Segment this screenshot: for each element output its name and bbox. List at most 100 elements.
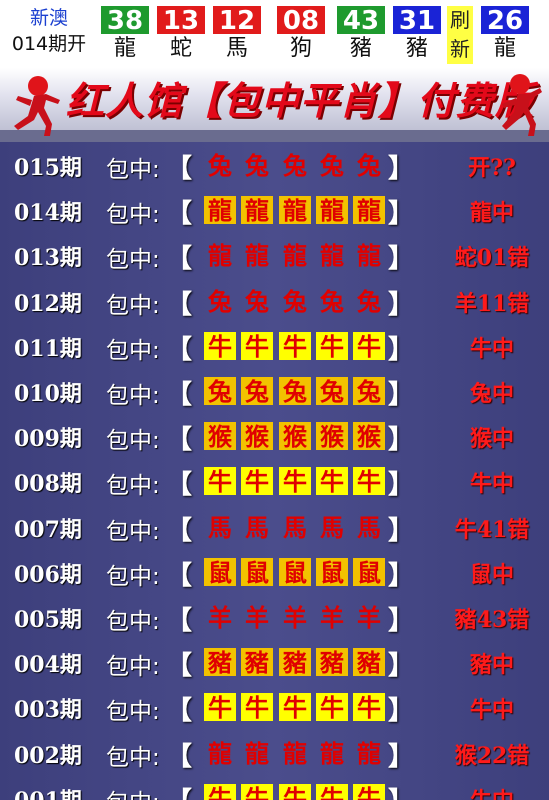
open-bracket: 【 <box>166 199 193 230</box>
prediction-row: 008期 包中: 【牛牛牛牛牛】牛中 <box>0 458 549 503</box>
period-label: 011期 <box>14 335 82 362</box>
result-label: 鼠中 <box>469 561 514 588</box>
ball-number: 26 <box>481 6 529 36</box>
period-label: 002期 <box>14 742 82 769</box>
result-label: 牛41错 <box>454 516 530 543</box>
zodiac-pick: 羊 <box>320 603 344 632</box>
refresh-label-top: 刷 <box>450 8 470 32</box>
prediction-row: 010期 包中: 【兔兔兔兔兔】兔中 <box>0 368 549 413</box>
prediction-row: 002期 包中: 【龍龍龍龍龍】猴22错 <box>0 730 549 775</box>
zodiac-pick: 馬 <box>208 512 232 542</box>
result-label: 龍中 <box>469 200 514 227</box>
zodiac-pick: 牛 <box>316 467 348 496</box>
bao-zhong-label: 包中: <box>106 473 160 500</box>
open-bracket: 【 <box>166 651 193 682</box>
zodiac-pick: 兔 <box>245 151 269 180</box>
zodiac-pick: 牛 <box>316 693 348 722</box>
prediction-row: 013期 包中: 【龍龍龍龍龍】蛇01错 <box>0 232 549 277</box>
period-label: 007期 <box>14 516 82 543</box>
page: 新澳 014期开 38 龍 13 蛇 12 馬 08 狗 43 豬 31 豬 26 龍 刷 新 红人馆【包… <box>0 0 549 800</box>
zodiac-pick: 龍 <box>283 241 307 271</box>
zodiac-pick: 牛 <box>279 693 311 722</box>
zodiac-pick: 猴 <box>353 422 385 451</box>
close-bracket: 】 <box>388 560 415 591</box>
close-bracket: 】 <box>388 741 415 772</box>
open-bracket: 【 <box>166 515 193 546</box>
zodiac-pick: 豬 <box>353 648 385 677</box>
result-label: 豬43错 <box>454 607 530 633</box>
draw-result-bar: 新澳 014期开 38 龍 13 蛇 12 馬 08 狗 43 豬 31 豬 26 龍 刷 新 <box>0 0 549 68</box>
zodiac-pick: 羊 <box>283 603 307 632</box>
open-bracket: 【 <box>166 470 193 501</box>
prediction-row: 001期包中:【牛牛牛牛牛】牛中 <box>0 775 549 800</box>
bao-zhong-label: 包中: <box>106 609 160 635</box>
zodiac-pick: 牛 <box>353 783 385 800</box>
period-label: 005期 <box>14 607 82 633</box>
bao-zhong-label: 包中: <box>106 428 160 455</box>
bao-zhong-label: 包中: <box>106 383 160 409</box>
zodiac-pick: 牛 <box>353 331 385 361</box>
close-bracket: 】 <box>388 696 415 727</box>
zodiac-pick: 馬 <box>283 512 307 542</box>
prediction-row: 014期 包中: 【龍龍龍龍龍】龍中 <box>0 187 549 232</box>
ball-zodiac: 蛇 <box>169 36 192 61</box>
zodiac-pick: 牛 <box>353 467 385 496</box>
zodiac-pick: 牛 <box>279 331 311 361</box>
zodiac-pick: 猴 <box>204 422 236 451</box>
result-ball-3: 12 馬 <box>213 6 261 62</box>
period-label: 014期 <box>14 200 82 227</box>
period-label: 009期 <box>14 426 82 453</box>
zodiac-pick: 兔 <box>283 151 307 180</box>
zodiac-pick: 兔 <box>204 377 236 406</box>
result-ball-6: 31 豬 <box>393 6 441 62</box>
zodiac-pick: 牛 <box>353 693 385 722</box>
zodiac-pick: 豬 <box>316 648 348 677</box>
zodiac-pick: 牛 <box>316 783 348 800</box>
ball-zodiac: 豬 <box>349 36 372 61</box>
banner-stripe <box>0 130 549 142</box>
open-bracket: 【 <box>166 334 193 365</box>
zodiac-pick: 龍 <box>208 241 232 271</box>
result-label: 牛中 <box>469 697 514 724</box>
result-label: 兔中 <box>469 381 514 407</box>
ball-number: 08 <box>277 6 325 36</box>
open-bracket: 【 <box>166 781 192 800</box>
prediction-row: 015期 包中: 【兔兔兔兔兔】开?? <box>0 142 549 187</box>
result-label: 蛇01错 <box>454 245 530 272</box>
zodiac-pick: 鼠 <box>316 557 348 587</box>
zodiac-pick: 龍 <box>204 196 236 225</box>
period-label: 008期 <box>14 471 82 498</box>
zodiac-pick: 羊 <box>245 603 269 632</box>
prediction-row: 009期 包中: 【猴猴猴猴猴】猴中 <box>0 413 549 458</box>
zodiac-pick: 馬 <box>320 512 344 542</box>
zodiac-pick: 牛 <box>241 783 273 800</box>
zodiac-pick: 兔 <box>283 286 307 316</box>
bao-zhong-label: 包中: <box>106 563 160 590</box>
bao-zhong-label: 包中: <box>106 699 160 726</box>
result-label: 羊11错 <box>454 290 530 317</box>
banner: 红人馆【包中平肖】付费版 <box>0 68 549 142</box>
ball-number: 13 <box>157 6 205 36</box>
bao-zhong-label: 包中: <box>106 518 160 545</box>
close-bracket: 】 <box>388 470 415 501</box>
zodiac-pick: 龍 <box>283 738 307 768</box>
ball-zodiac: 馬 <box>225 36 248 61</box>
zodiac-pick: 豬 <box>241 648 273 677</box>
bao-zhong-label: 包中: <box>106 783 160 800</box>
period-label: 012期 <box>14 290 82 317</box>
open-bracket: 【 <box>166 425 193 456</box>
close-bracket: 】 <box>388 244 415 275</box>
open-bracket: 【 <box>166 380 193 410</box>
bao-zhong-label: 包中: <box>106 202 160 229</box>
zodiac-pick: 牛 <box>279 467 311 496</box>
zodiac-pick: 鼠 <box>279 557 311 587</box>
result-label: 牛中 <box>469 471 514 498</box>
prediction-row: 006期 包中: 【鼠鼠鼠鼠鼠】鼠中 <box>0 549 549 594</box>
refresh-button[interactable]: 刷 新 <box>447 6 473 64</box>
prediction-row: 011期 包中: 【牛牛牛牛牛】牛中 <box>0 323 549 368</box>
close-bracket: 】 <box>388 606 415 636</box>
result-label: 猴中 <box>469 426 514 453</box>
zodiac-pick: 豬 <box>279 648 311 677</box>
bao-zhong-label: 包中: <box>106 654 160 681</box>
close-bracket: 】 <box>388 651 415 682</box>
